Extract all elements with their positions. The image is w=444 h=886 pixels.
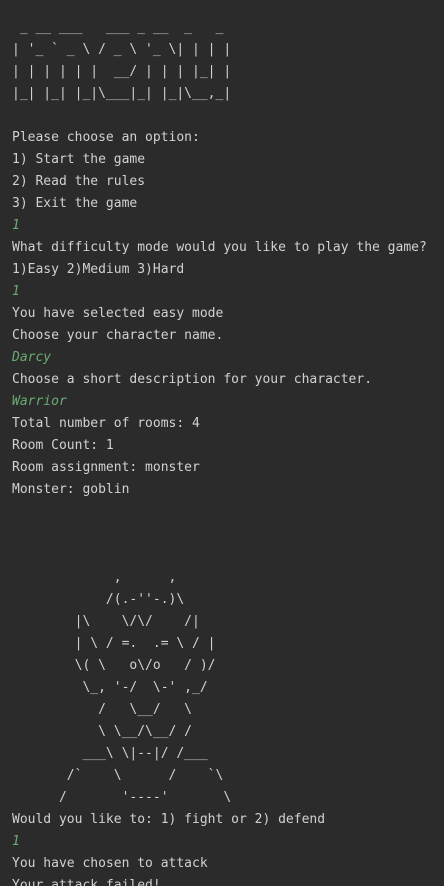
goblin-art-line: / '----' \ [12,790,232,805]
goblin-art-line: \ \__/\__/ / [12,724,193,739]
goblin-art-line: ___\ \|--|/ /___ [12,746,208,761]
output-line: 1) Start the game [12,152,146,167]
banner-line: _ __ ___ ___ _ __ _ _ [12,20,232,35]
output-line: Would you like to: 1) fight or 2) defend [12,812,326,827]
goblin-art-line: | \ / =. .= \ / | [12,636,216,651]
goblin-art-line: / \__/ \ [12,702,193,717]
output-line: Choose a short description for your char… [12,372,373,387]
goblin-art-line: \_, '-/ \-' ,_/ [12,680,208,695]
banner-line: | '_ ` _ \ / _ \ '_ \| | | | [12,42,232,57]
user-input-line: Darcy [12,350,52,365]
goblin-art-line: |\ \/\/ /| [12,614,200,629]
user-input-line: 1 [12,218,20,233]
console-output[interactable]: _ __ ___ ___ _ __ _ _ | '_ ` _ \ / _ \ '… [0,0,444,886]
user-input-line: 1 [12,284,20,299]
output-line: You have chosen to attack [12,856,208,871]
output-line: You have selected easy mode [12,306,224,321]
output-line: What difficulty mode would you like to p… [12,240,427,255]
output-line: Monster: goblin [12,482,130,497]
goblin-art-line: \( \ o\/o / )/ [12,658,216,673]
output-line: Room Count: 1 [12,438,114,453]
console-lines-after-art: Would you like to: 1) fight or 2) defend… [12,809,444,886]
console-lines: Please choose an option: 1) Start the gam… [12,105,444,567]
output-line: 2) Read the rules [12,174,146,189]
output-line: Please choose an option: [12,130,200,145]
goblin-art-line: /(.-''-.)\ [12,592,185,607]
output-line: 1)Easy 2)Medium 3)Hard [12,262,185,277]
ascii-banner-menu: _ __ ___ ___ _ __ _ _ | '_ ` _ \ / _ \ '… [12,17,444,105]
output-line: 3) Exit the game [12,196,138,211]
output-line: Total number of rooms: 4 [12,416,200,431]
user-input-line: Warrior [12,394,67,409]
user-input-line: 1 [12,834,20,849]
output-line: Choose your character name. [12,328,224,343]
goblin-art-line: , , [12,570,177,585]
banner-line: |_| |_| |_|\___|_| |_|\__,_| [12,86,232,101]
output-line: Room assignment: monster [12,460,200,475]
output-line: Your attack failed! [12,878,161,886]
banner-line: | | | | | | __/ | | | |_| | [12,64,232,79]
ascii-art-goblin: , , /(.-''-.)\ |\ \/\/ /| | \ / =. .= \ … [12,567,444,809]
goblin-art-line: /` \ / `\ [12,768,224,783]
